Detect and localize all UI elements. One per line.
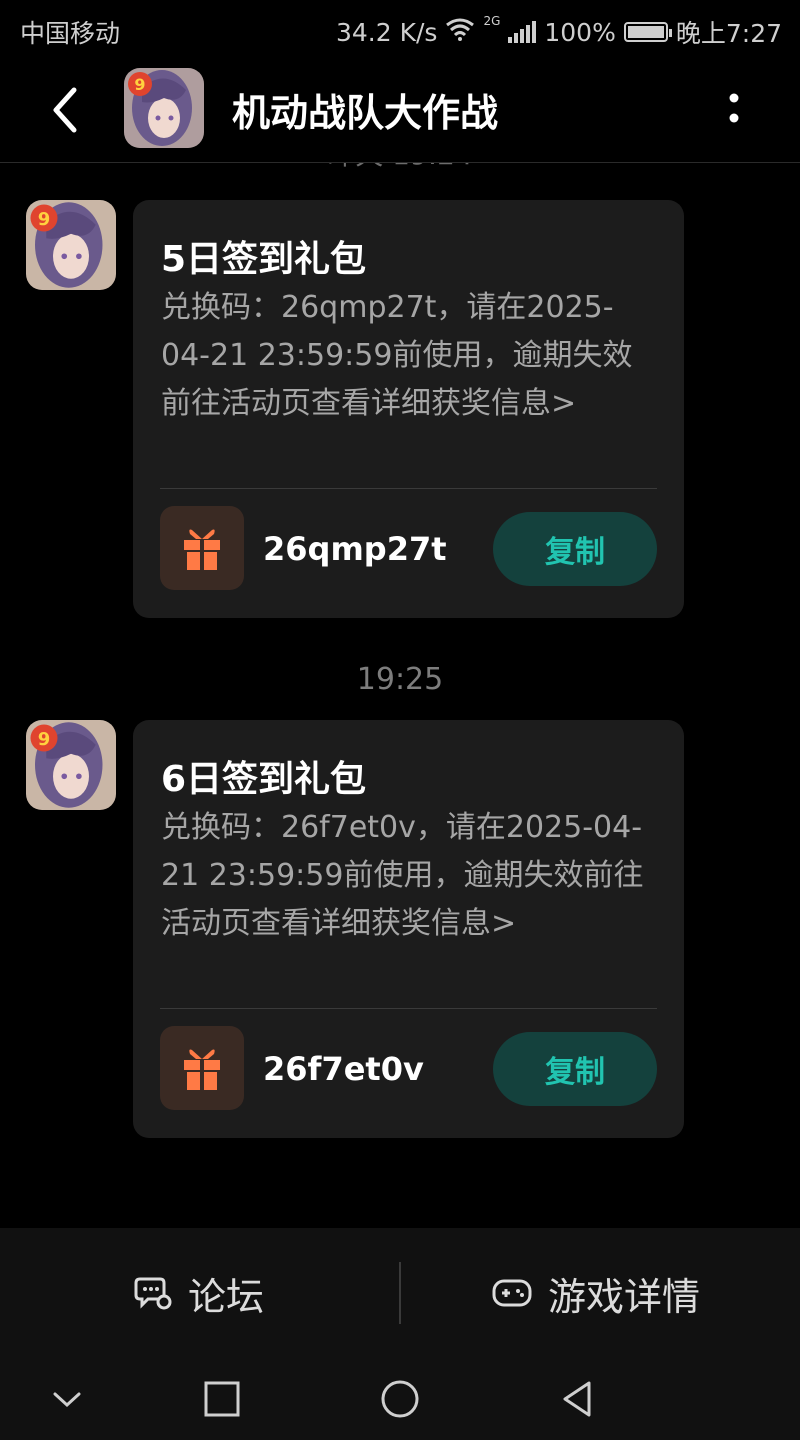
svg-text:9: 9 xyxy=(38,729,51,750)
nav-recents-button[interactable] xyxy=(197,1374,247,1424)
gift-icon xyxy=(184,1049,220,1090)
wifi-icon xyxy=(445,17,475,47)
clock: 晚上7:27 xyxy=(675,19,782,48)
network-type: 2G xyxy=(483,14,501,28)
forum-label: 论坛 xyxy=(188,1274,265,1319)
triangle-back-icon xyxy=(563,1381,591,1417)
svg-text:9: 9 xyxy=(134,75,145,94)
copy-button[interactable]: 复制 xyxy=(493,1032,657,1106)
square-icon xyxy=(204,1381,240,1417)
game-details-button[interactable]: 游戏详情 xyxy=(492,1228,700,1358)
message-title: 6日签到礼包 xyxy=(161,759,367,800)
svg-text:9: 9 xyxy=(38,209,51,230)
bottom-action-bar: 论坛 游戏详情 xyxy=(0,1228,800,1358)
chat-bubble-icon xyxy=(134,1277,172,1310)
divider xyxy=(160,488,657,489)
message-title: 5日签到礼包 xyxy=(161,239,367,280)
page-title: 机动战队大作战 xyxy=(232,91,499,135)
system-nav-bar xyxy=(0,1358,800,1440)
gift-icon-box xyxy=(160,1026,244,1110)
game-details-label: 游戏详情 xyxy=(548,1274,701,1319)
message-body[interactable]: 兑换码：26qmp27t，请在2025-04-21 23:59:59前使用，逾期… xyxy=(161,284,661,428)
battery-icon xyxy=(623,22,672,42)
nav-home-button[interactable] xyxy=(375,1374,425,1424)
chevron-left-icon xyxy=(53,87,77,133)
gift-icon-box xyxy=(160,506,244,590)
more-vertical-icon xyxy=(729,93,739,123)
app-avatar[interactable]: 9 xyxy=(124,68,204,148)
gift-message-card: 5日签到礼包 兑换码：26qmp27t，请在2025-04-21 23:59:5… xyxy=(133,200,684,618)
battery-percent: 100% xyxy=(544,17,616,47)
copy-button[interactable]: 复制 xyxy=(493,512,657,586)
forum-button[interactable]: 论坛 xyxy=(134,1228,264,1358)
partial-timestamp: 昨天 19:24 xyxy=(0,163,800,173)
message-body[interactable]: 兑换码：26f7et0v，请在2025-04-21 23:59:59前使用，逾期… xyxy=(161,804,661,948)
network-speed: 34.2 K/s xyxy=(335,17,438,47)
nav-back-button[interactable] xyxy=(553,1374,603,1424)
gift-code: 26qmp27t xyxy=(263,530,447,568)
divider xyxy=(160,1008,657,1009)
gift-code: 26f7et0v xyxy=(263,1050,424,1088)
partial-timestamp-container: 昨天 19:24 xyxy=(0,163,800,183)
timestamp: 19:25 xyxy=(356,662,444,697)
status-icons: 34.2 K/s 2G 100% 晚上7:27 xyxy=(336,14,782,50)
circle-icon xyxy=(381,1380,419,1418)
gift-message-card: 6日签到礼包 兑换码：26f7et0v，请在2025-04-21 23:59:5… xyxy=(133,720,684,1138)
message-avatar[interactable]: 9 xyxy=(26,200,116,290)
header: 9 机动战队大作战 xyxy=(0,58,800,163)
message-avatar[interactable]: 9 xyxy=(26,720,116,810)
chevron-down-icon xyxy=(53,1392,81,1408)
gamepad-icon xyxy=(492,1279,532,1307)
signal-icon xyxy=(508,21,537,43)
status-bar: 中国移动 34.2 K/s 2G 100% 晚上7:27 xyxy=(0,0,800,58)
nav-hide-button[interactable] xyxy=(42,1374,92,1424)
back-button[interactable] xyxy=(44,82,88,138)
more-button[interactable] xyxy=(716,88,752,132)
divider xyxy=(399,1262,401,1324)
gift-icon xyxy=(184,529,220,570)
carrier-name: 中国移动 xyxy=(20,19,121,48)
